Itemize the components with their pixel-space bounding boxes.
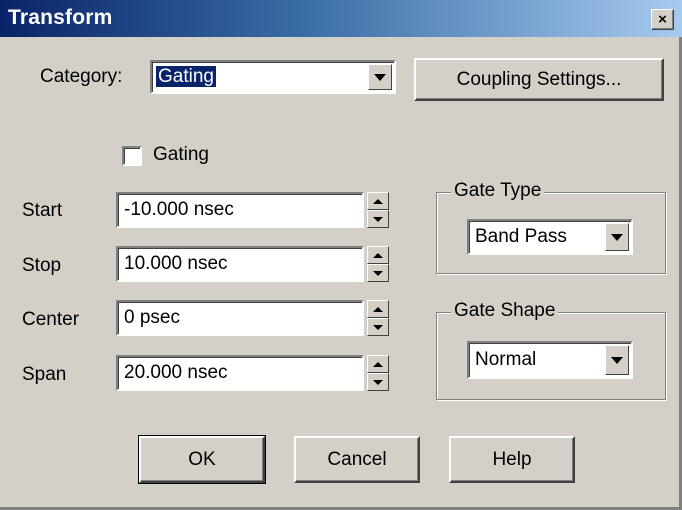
center-value: 0 psec <box>124 307 180 328</box>
category-dropdown-arrow[interactable] <box>368 64 392 90</box>
gate-shape-legend: Gate Shape <box>451 300 559 322</box>
arrow-down-icon <box>373 379 383 385</box>
coupling-settings-label: Coupling Settings... <box>456 68 622 90</box>
coupling-settings-button[interactable]: Coupling Settings... <box>414 58 664 101</box>
start-label: Start <box>22 200 63 221</box>
span-spinner[interactable] <box>367 355 389 391</box>
center-spinner[interactable] <box>367 300 389 336</box>
gate-type-value: Band Pass <box>475 226 567 247</box>
stop-label: Stop <box>22 255 62 276</box>
span-value: 20.000 nsec <box>124 362 228 383</box>
close-icon: × <box>658 11 667 28</box>
span-label: Span <box>22 364 67 385</box>
chevron-down-icon <box>611 233 623 241</box>
cancel-button[interactable]: Cancel <box>294 436 420 483</box>
category-dropdown[interactable]: Gating <box>150 60 396 94</box>
help-label: Help <box>492 448 532 470</box>
span-decrement-button[interactable] <box>367 373 389 391</box>
start-decrement-button[interactable] <box>367 210 389 228</box>
gate-type-group: Gate Type Band Pass <box>436 180 666 274</box>
center-label: Center <box>22 309 80 330</box>
gate-shape-group: Gate Shape Normal <box>436 300 666 400</box>
gate-type-dropdown[interactable]: Band Pass <box>467 219 633 255</box>
start-value: -10.000 nsec <box>124 199 234 220</box>
stop-decrement-button[interactable] <box>367 264 389 282</box>
span-increment-button[interactable] <box>367 355 389 373</box>
ok-label: OK <box>188 448 216 470</box>
ok-button[interactable]: OK <box>138 435 266 484</box>
help-button[interactable]: Help <box>449 436 575 483</box>
span-input[interactable]: 20.000 nsec <box>116 355 364 391</box>
stop-value: 10.000 nsec <box>124 253 228 274</box>
center-decrement-button[interactable] <box>367 318 389 336</box>
gating-checkbox[interactable] <box>122 146 142 166</box>
arrow-up-icon <box>373 198 383 204</box>
arrow-up-icon <box>373 361 383 367</box>
gate-type-legend: Gate Type <box>451 180 545 202</box>
arrow-down-icon <box>373 270 383 276</box>
stop-increment-button[interactable] <box>367 246 389 264</box>
chevron-down-icon <box>374 73 386 81</box>
start-increment-button[interactable] <box>367 192 389 210</box>
arrow-up-icon <box>373 252 383 258</box>
gate-shape-dropdown-arrow[interactable] <box>605 345 629 375</box>
gating-checkbox-label: Gating <box>153 144 209 165</box>
arrow-down-icon <box>373 324 383 330</box>
arrow-down-icon <box>373 216 383 222</box>
window-title: Transform <box>8 6 113 29</box>
category-value: Gating <box>156 66 216 87</box>
cancel-label: Cancel <box>327 448 387 470</box>
gate-shape-dropdown[interactable]: Normal <box>467 341 633 379</box>
title-bar[interactable]: Transform × <box>0 0 682 37</box>
stop-spinner[interactable] <box>367 246 389 282</box>
stop-input[interactable]: 10.000 nsec <box>116 246 364 282</box>
arrow-up-icon <box>373 306 383 312</box>
start-spinner[interactable] <box>367 192 389 228</box>
center-increment-button[interactable] <box>367 300 389 318</box>
category-label: Category: <box>40 66 123 87</box>
close-button[interactable]: × <box>651 9 674 30</box>
chevron-down-icon <box>611 356 623 364</box>
start-input[interactable]: -10.000 nsec <box>116 192 364 228</box>
gate-shape-value: Normal <box>475 349 537 370</box>
gate-type-dropdown-arrow[interactable] <box>605 223 629 251</box>
center-input[interactable]: 0 psec <box>116 300 364 336</box>
